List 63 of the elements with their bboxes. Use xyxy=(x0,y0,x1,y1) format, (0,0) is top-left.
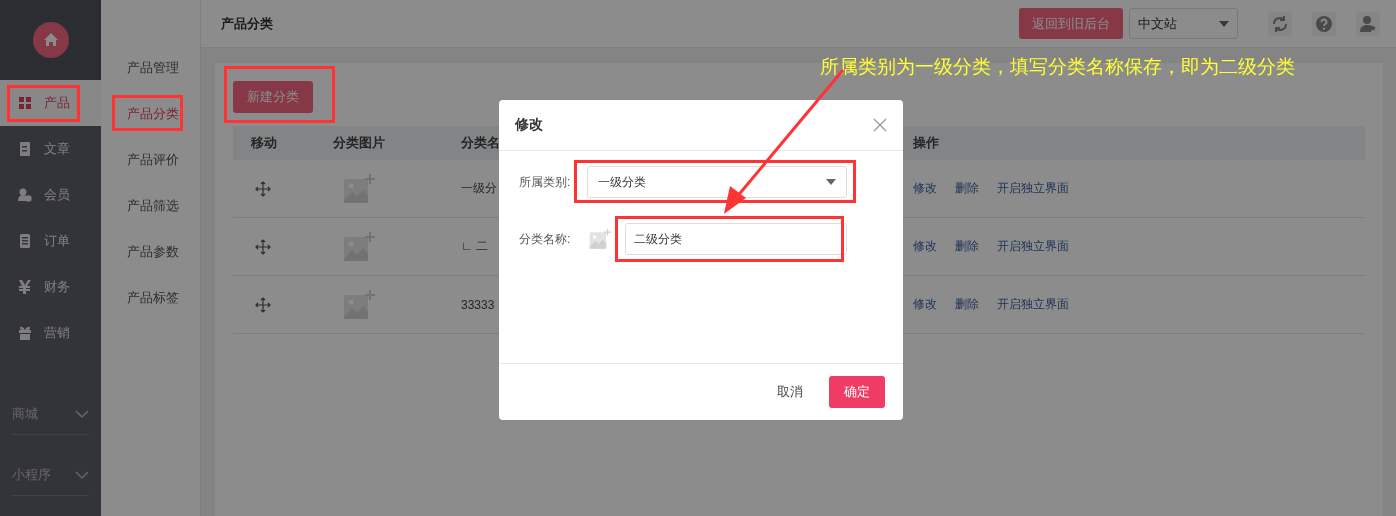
action-link[interactable]: 开启独立界面 xyxy=(997,180,1069,197)
field-label: 分类名称: xyxy=(519,230,572,248)
close-icon[interactable] xyxy=(873,118,887,132)
sidebar-item[interactable]: 财务 xyxy=(0,264,101,310)
caret-icon xyxy=(1219,20,1229,27)
dialog-title: 修改 xyxy=(515,116,543,134)
yen-icon xyxy=(18,280,32,294)
name-input[interactable]: 二级分类 xyxy=(625,223,847,255)
action-link[interactable]: 删除 xyxy=(955,238,979,255)
submenu-item[interactable]: 产品标签 xyxy=(101,275,200,321)
submenu-item[interactable]: 产品评价 xyxy=(101,137,200,183)
move-icon[interactable] xyxy=(255,238,271,255)
back-button[interactable]: 返回到旧后台 xyxy=(1019,8,1123,39)
cancel-button[interactable]: 取消 xyxy=(777,383,803,401)
image-placeholder-icon xyxy=(343,230,375,263)
action-link[interactable]: 修改 xyxy=(913,180,937,197)
gift-icon xyxy=(18,326,32,340)
column-header: 分类名 xyxy=(461,134,501,152)
submenu-item[interactable]: 产品管理 xyxy=(101,45,200,91)
submenu-item[interactable]: 产品分类 xyxy=(101,91,200,137)
sidebar-item[interactable]: 产品 xyxy=(0,80,101,126)
column-header: 操作 xyxy=(913,134,940,152)
user-icon[interactable] xyxy=(1356,11,1380,36)
confirm-button[interactable]: 确定 xyxy=(829,376,885,408)
document-icon xyxy=(18,142,32,156)
category-select[interactable]: 一级分类 xyxy=(587,166,847,198)
submenu-item[interactable]: 产品筛选 xyxy=(101,183,200,229)
sidebar-item[interactable]: 营销 xyxy=(0,310,101,356)
refresh-icon[interactable] xyxy=(1268,11,1292,36)
chevron-icon xyxy=(75,409,89,419)
image-placeholder-icon xyxy=(343,172,375,205)
help-icon[interactable] xyxy=(1312,11,1336,36)
move-icon[interactable] xyxy=(255,180,271,197)
sidebar-item[interactable]: 订单 xyxy=(0,218,101,264)
action-link[interactable]: 修改 xyxy=(913,238,937,255)
image-placeholder-icon xyxy=(343,288,375,321)
annotation-text: 所属类别为一级分类，填写分类名称保存，即为二级分类 xyxy=(820,55,1295,79)
new-category-button[interactable]: 新建分类 xyxy=(233,81,313,113)
table-cell: ∟ 二 xyxy=(461,238,489,255)
grid-icon xyxy=(18,96,32,110)
action-link[interactable]: 删除 xyxy=(955,296,979,313)
sidebar-item[interactable]: 会员 xyxy=(0,172,101,218)
action-link[interactable]: 删除 xyxy=(955,180,979,197)
list-icon xyxy=(18,234,32,248)
sidebar-item[interactable]: 文章 xyxy=(0,126,101,172)
submenu-item[interactable]: 产品参数 xyxy=(101,229,200,275)
chevron-icon xyxy=(75,470,89,480)
column-header: 移动 xyxy=(250,134,278,152)
home-icon[interactable] xyxy=(32,22,69,58)
action-link[interactable]: 开启独立界面 xyxy=(997,296,1069,313)
page-title: 产品分类 xyxy=(221,14,274,33)
caret-icon xyxy=(826,179,836,185)
table-cell: 一级分 xyxy=(461,180,497,197)
user-icon xyxy=(18,188,32,202)
field-label: 所属类别: xyxy=(519,173,572,191)
action-link[interactable]: 开启独立界面 xyxy=(997,238,1069,255)
highlight-frame xyxy=(112,95,183,131)
image-placeholder-icon xyxy=(589,228,611,250)
action-link[interactable]: 修改 xyxy=(913,296,937,313)
move-icon[interactable] xyxy=(255,296,271,313)
table-cell: 33333 xyxy=(461,297,495,312)
site-select[interactable]: 中文站 xyxy=(1129,8,1238,39)
column-header: 分类图片 xyxy=(333,134,386,152)
